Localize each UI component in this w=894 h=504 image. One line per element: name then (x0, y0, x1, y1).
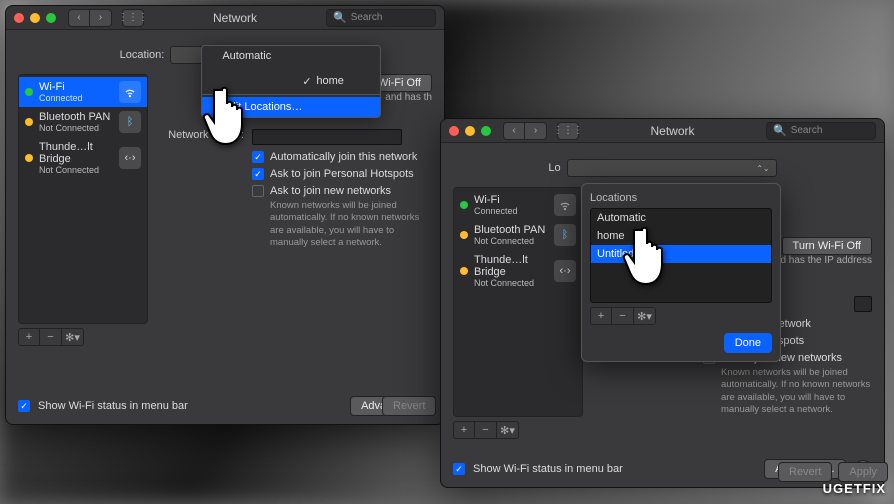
sidebar-item-label: Bluetooth PAN (39, 111, 110, 123)
hint-text: Known networks will be joined automatica… (270, 200, 432, 249)
sidebar: Wi-Fi Connected Bluetooth PAN Not Connec… (18, 74, 148, 324)
wifi-icon (119, 81, 141, 103)
minimize-icon[interactable] (30, 13, 40, 23)
status-light-icon (460, 201, 468, 209)
action-menu-button[interactable]: ✻▾ (62, 328, 84, 346)
sidebar-item-status: Not Connected (474, 236, 545, 246)
add-button[interactable]: + (453, 421, 475, 439)
sidebar-item-thunderbolt[interactable]: Thunde…lt Bridge Not Connected ‹·› (454, 250, 582, 292)
add-button[interactable]: + (18, 328, 40, 346)
titlebar: ‹ › ⋮⋮⋮ Network 🔍 Search (6, 6, 444, 30)
grid-icon[interactable]: ⋮⋮⋮ (122, 9, 144, 27)
show-wifi-status-label: Show Wi-Fi status in menu bar (38, 400, 188, 412)
thunderbolt-icon: ‹·› (554, 260, 576, 282)
sidebar: Wi-Fi Connected Bluetooth PAN Not Connec… (453, 187, 583, 417)
sidebar-item-label: Wi-Fi (474, 194, 518, 206)
location-select[interactable]: ⌃⌄ (567, 159, 777, 177)
location-dropdown: Automatic home Edit Locations… (201, 45, 381, 118)
sidebar-item-thunderbolt[interactable]: Thunde…lt Bridge Not Connected ‹·› (19, 137, 147, 179)
status-light-icon (25, 118, 33, 126)
sidebar-item-label: Wi-Fi (39, 81, 83, 93)
close-icon[interactable] (14, 13, 24, 23)
window-title: Network (150, 11, 320, 25)
hint-text: Known networks will be joined automatica… (721, 367, 872, 416)
add-location-button[interactable]: + (590, 307, 612, 325)
network-name-label: Network Name: (158, 129, 244, 141)
popover-title: Locations (590, 192, 772, 204)
show-wifi-status-label: Show Wi-Fi status in menu bar (473, 463, 623, 475)
checkbox-show-wifi-status[interactable]: ✓ (18, 400, 30, 412)
sidebar-item-status: Connected (474, 206, 518, 216)
search-icon: 🔍 (333, 11, 347, 24)
zoom-icon[interactable] (481, 126, 491, 136)
window-title: Network (585, 124, 760, 138)
locations-list: Automatic home Untitled (590, 208, 772, 303)
titlebar: ‹ › ⋮⋮⋮ Network 🔍 Search (441, 119, 884, 143)
close-icon[interactable] (449, 126, 459, 136)
sidebar-item-status: Not Connected (39, 165, 113, 175)
location-label: Lo (548, 162, 560, 174)
thunderbolt-icon: ‹·› (119, 147, 141, 169)
sidebar-item-wifi[interactable]: Wi-Fi Connected (454, 190, 582, 220)
revert-button[interactable]: Revert (382, 396, 436, 416)
bluetooth-icon: ᛒ (119, 111, 141, 133)
network-name-chevron[interactable] (854, 296, 872, 312)
locations-popover: Locations Automatic home Untitled + − ✻▾… (581, 183, 781, 362)
network-window-1: ‹ › ⋮⋮⋮ Network 🔍 Search Location: ⌃⌄ Au… (5, 5, 445, 425)
sidebar-item-label: Bluetooth PAN (474, 224, 545, 236)
location-action-button[interactable]: ✻▾ (634, 307, 656, 325)
checkbox-show-wifi-status[interactable]: ✓ (453, 463, 465, 475)
search-input[interactable]: 🔍 Search (766, 122, 876, 140)
remove-button[interactable]: − (40, 328, 62, 346)
back-button[interactable]: ‹ (68, 9, 90, 27)
remove-button[interactable]: − (475, 421, 497, 439)
chevron-updown-icon: ⌃⌄ (756, 164, 769, 173)
action-menu-button[interactable]: ✻▾ (497, 421, 519, 439)
bluetooth-icon: ᛒ (554, 224, 576, 246)
checkbox-auto-join[interactable]: ✓ (252, 151, 264, 163)
sidebar-item-bluetooth[interactable]: Bluetooth PAN Not Connected ᛒ (454, 220, 582, 250)
sidebar-item-label: Thunde…lt Bridge (474, 254, 548, 278)
minimize-icon[interactable] (465, 126, 475, 136)
dropdown-item-home[interactable]: home (296, 71, 380, 91)
sidebar-item-status: Not Connected (39, 123, 110, 133)
traffic-lights (449, 126, 491, 136)
wifi-icon (554, 194, 576, 216)
locations-row[interactable]: Automatic (591, 209, 771, 227)
dropdown-item-automatic[interactable]: Automatic (202, 46, 380, 66)
sidebar-item-status: Not Connected (474, 278, 548, 288)
network-window-2: ‹ › ⋮⋮⋮ Network 🔍 Search Lo ⌃⌄ Wi-Fi (440, 118, 885, 488)
forward-button[interactable]: › (525, 122, 547, 140)
checkbox-new-networks[interactable] (252, 185, 264, 197)
locations-row[interactable]: home (591, 227, 771, 245)
forward-button[interactable]: › (90, 9, 112, 27)
remove-location-button[interactable]: − (612, 307, 634, 325)
zoom-icon[interactable] (46, 13, 56, 23)
apply-button[interactable]: Apply (838, 462, 888, 482)
status-light-icon (460, 267, 468, 275)
sidebar-item-wifi[interactable]: Wi-Fi Connected (19, 77, 147, 107)
sidebar-item-bluetooth[interactable]: Bluetooth PAN Not Connected ᛒ (19, 107, 147, 137)
turn-wifi-off-button[interactable]: Turn Wi-Fi Off (782, 237, 872, 255)
status-light-icon (25, 88, 33, 96)
search-input[interactable]: 🔍 Search (326, 9, 436, 27)
dropdown-item-edit-locations[interactable]: Edit Locations… (202, 97, 380, 117)
network-name-select[interactable] (252, 129, 402, 145)
status-light-icon (460, 231, 468, 239)
back-button[interactable]: ‹ (503, 122, 525, 140)
status-light-icon (25, 154, 33, 162)
grid-icon[interactable]: ⋮⋮⋮ (557, 122, 579, 140)
revert-button[interactable]: Revert (778, 462, 832, 482)
watermark: UGETFIX (823, 481, 886, 496)
location-select[interactable]: ⌃⌄ Automatic home Edit Locations… (170, 46, 330, 64)
search-icon: 🔍 (773, 124, 787, 137)
traffic-lights (14, 13, 56, 23)
done-button[interactable]: Done (724, 333, 772, 353)
sidebar-item-status: Connected (39, 93, 83, 103)
locations-row-selected[interactable]: Untitled (591, 245, 771, 263)
location-label: Location: (120, 49, 165, 61)
sidebar-item-label: Thunde…lt Bridge (39, 141, 113, 165)
checkbox-personal-hotspots[interactable]: ✓ (252, 168, 264, 180)
